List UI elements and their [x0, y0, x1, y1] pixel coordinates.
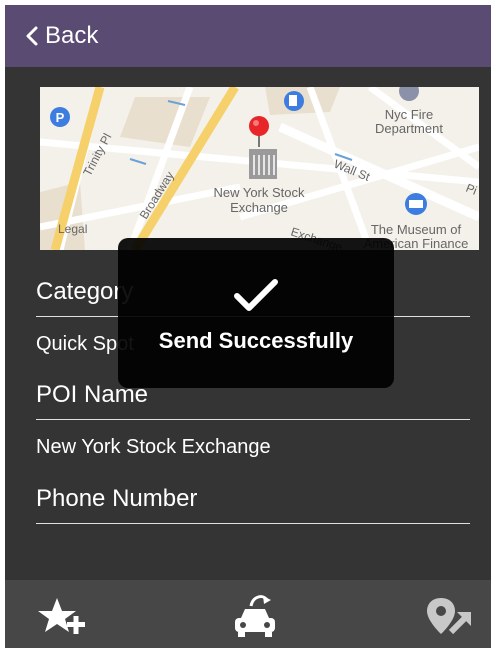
car-send-icon: [227, 595, 283, 646]
navigation-bar: Back: [5, 5, 491, 67]
back-button[interactable]: Back: [25, 21, 98, 51]
navigate-button[interactable]: [421, 592, 477, 642]
map-label: Legal: [58, 222, 87, 236]
poi-name-value-row: New York Stock Exchange: [36, 429, 470, 469]
star-add-icon: [33, 598, 89, 646]
map-canvas: P Nyc Fire Department New York Stock Exc…: [40, 87, 479, 250]
chevron-left-icon: [25, 25, 39, 47]
poi-name-value: New York Stock Exchange: [36, 436, 271, 458]
send-to-car-button[interactable]: [227, 592, 283, 642]
checkmark-icon: [227, 274, 285, 321]
bottom-toolbar: [5, 580, 491, 648]
back-label: Back: [45, 22, 99, 49]
svg-text:P: P: [56, 110, 65, 125]
toast-message: Send Successfully: [158, 328, 354, 353]
add-favorite-button[interactable]: [33, 592, 89, 642]
map-label: The Museum of: [371, 222, 462, 237]
phone-number-label: Phone Number: [36, 485, 198, 512]
success-toast: Send Successfully: [118, 238, 394, 388]
map-label: Department: [375, 121, 443, 136]
map-label: New York Stock: [213, 185, 305, 200]
app-screen: Back P Nyc Fire Department New York Stoc…: [5, 5, 491, 648]
map-label: Exchange: [230, 200, 288, 215]
map-label: Nyc Fire: [385, 107, 433, 122]
map-view[interactable]: P Nyc Fire Department New York Stock Exc…: [40, 87, 479, 250]
pin-navigate-icon: [421, 598, 477, 646]
phone-number-field[interactable]: Phone Number: [36, 477, 470, 524]
